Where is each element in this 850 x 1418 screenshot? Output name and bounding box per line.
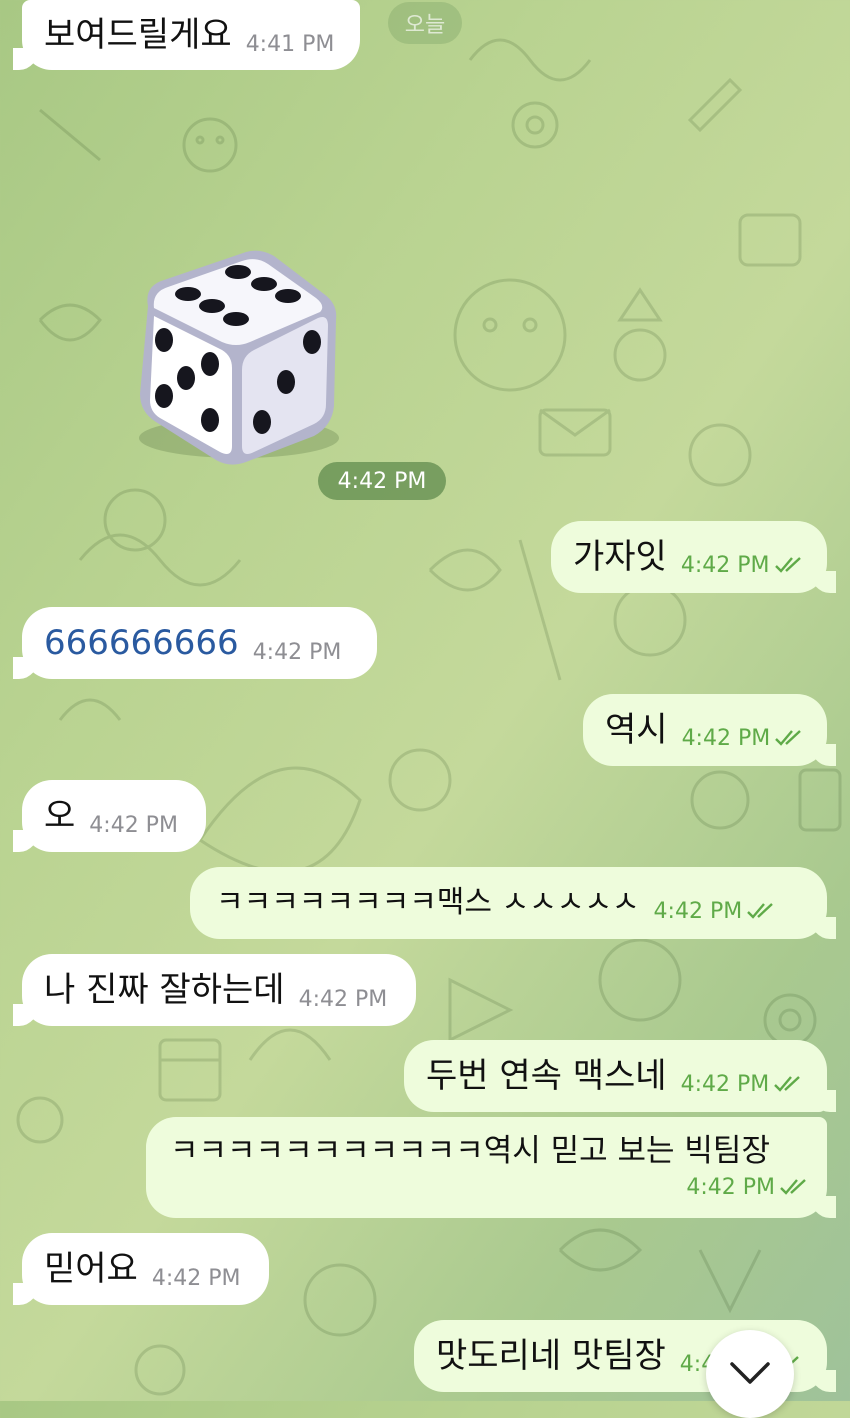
message-text: 역시	[605, 710, 668, 750]
message-outgoing[interactable]: ㅋㅋㅋㅋㅋㅋㅋㅋㅋㅋㅋ역시 믿고 보는 빅팀장 4:42 PM	[146, 1117, 836, 1218]
message-time: 4:42 PM	[151, 1265, 241, 1291]
message-outgoing[interactable]: 가자잇 4:42 PM	[551, 521, 836, 593]
message-text: ㅋㅋㅋㅋㅋㅋㅋㅋㅋㅋㅋ역시 믿고 보는 빅팀장	[170, 1133, 770, 1169]
message-time: 4:41 PM	[245, 31, 335, 57]
message-outgoing[interactable]: 두번 연속 맥스네 4:42 PM	[404, 1040, 836, 1112]
message-outgoing[interactable]: ㅋㅋㅋㅋㅋㅋㅋㅋ맥스 ㅅㅅㅅㅅㅅ 4:42 PM	[190, 867, 836, 939]
double-check-icon	[773, 1074, 803, 1099]
message-time: 4:42 PM	[682, 726, 805, 753]
double-check-icon	[779, 1177, 809, 1202]
message-text: 가자잇	[573, 537, 667, 577]
double-check-icon	[774, 555, 804, 580]
dice-time: 4:42 PM	[318, 462, 446, 500]
message-time: 4:42 PM	[89, 812, 178, 838]
message-time: 4:42 PM	[252, 639, 342, 665]
message-text: 보여드릴게요	[44, 15, 232, 55]
message-text: 믿어요	[44, 1249, 138, 1289]
message-time: 4:42 PM	[681, 553, 804, 580]
message-text: 나 진짜 잘하는데	[44, 970, 285, 1010]
message-text: 맛도리네 맛팀장	[436, 1336, 666, 1376]
message-text: 두번 연속 맥스네	[426, 1056, 667, 1096]
double-check-icon	[746, 901, 776, 926]
scroll-to-bottom-button[interactable]	[706, 1330, 794, 1418]
message-incoming[interactable]: 나 진짜 잘하는데 4:42 PM	[13, 954, 416, 1026]
message-outgoing[interactable]: 역시 4:42 PM	[583, 694, 836, 766]
message-time: 4:42 PM	[654, 899, 777, 926]
dice-sticker[interactable]	[128, 246, 350, 468]
message-time: 4:42 PM	[681, 1072, 804, 1099]
double-check-icon	[774, 728, 804, 753]
dice-icon	[139, 250, 339, 465]
message-time: 4:42 PM	[298, 986, 388, 1012]
message-text: 오	[44, 796, 76, 836]
message-incoming[interactable]: 믿어요 4:42 PM	[13, 1233, 269, 1305]
message-incoming[interactable]: 보여드릴게요 4:41 PM	[13, 0, 360, 70]
message-incoming[interactable]: 666666666 4:42 PM	[13, 607, 377, 679]
message-text: ㅋㅋㅋㅋㅋㅋㅋㅋ맥스 ㅅㅅㅅㅅㅅ	[216, 885, 640, 920]
message-incoming[interactable]: 오 4:42 PM	[13, 780, 206, 852]
message-time: 4:42 PM	[686, 1175, 809, 1202]
message-text: 666666666	[44, 623, 239, 663]
date-separator: 오늘	[388, 2, 462, 44]
chevron-down-icon	[730, 1362, 770, 1384]
